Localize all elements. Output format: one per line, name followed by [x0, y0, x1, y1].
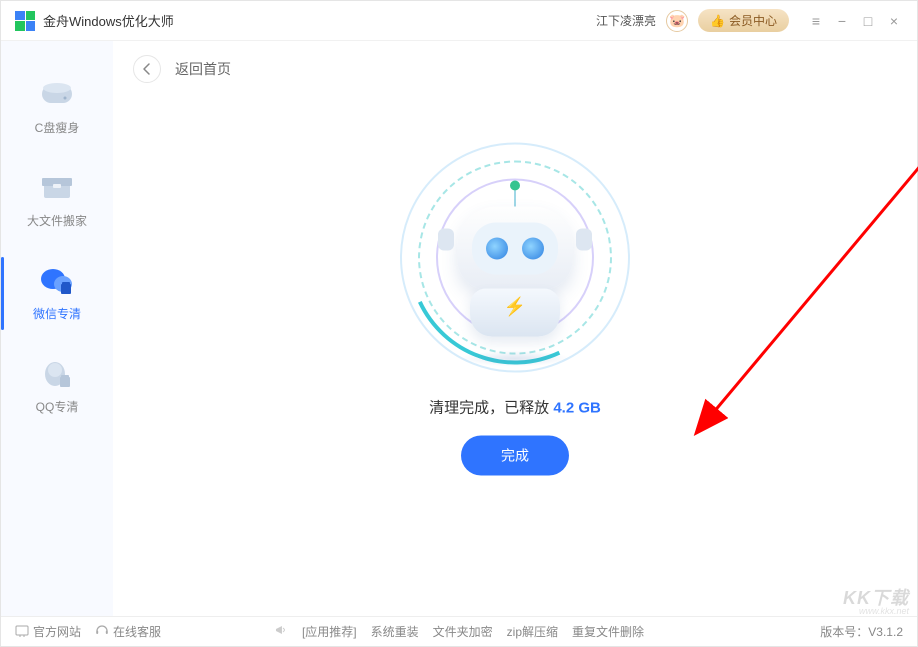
sidebar: C盘瘦身 大文件搬家 微信专清 QQ专清	[1, 41, 113, 616]
footer-link-reinstall[interactable]: 系统重装	[371, 623, 419, 640]
official-site-link[interactable]: 官方网站	[15, 623, 81, 640]
headset-icon	[95, 623, 109, 640]
footer-mid: [应用推荐] 系统重装 文件夹加密 zip解压缩 重复文件删除	[274, 623, 644, 640]
sidebar-item-wechat-clean[interactable]: 微信专清	[1, 247, 113, 340]
back-button[interactable]	[133, 55, 161, 83]
thumbs-up-icon: 👍	[710, 14, 725, 28]
done-button[interactable]: 完成	[461, 435, 569, 475]
titlebar-right: 江下凌漂亮 🐷 👍 会员中心 ≡ − □ ×	[596, 8, 907, 34]
close-button[interactable]: ×	[881, 8, 907, 34]
footer-link-encrypt[interactable]: 文件夹加密	[433, 623, 493, 640]
top-nav: 返回首页	[113, 41, 917, 97]
sidebar-item-label: 微信专清	[33, 305, 81, 322]
vip-label: 会员中心	[729, 12, 777, 29]
result-size: 4.2 GB	[553, 399, 601, 416]
maximize-button[interactable]: □	[855, 8, 881, 34]
robot-illustration: ⚡	[400, 142, 630, 372]
sidebar-item-label: C盘瘦身	[35, 119, 80, 136]
sidebar-item-label: QQ专清	[36, 398, 79, 415]
window-controls: ≡ − □ ×	[803, 8, 907, 34]
app-title: 金舟Windows优化大师	[43, 11, 174, 30]
back-label[interactable]: 返回首页	[175, 59, 231, 79]
sidebar-item-big-files[interactable]: 大文件搬家	[1, 154, 113, 247]
qq-clean-icon	[39, 358, 75, 390]
sidebar-item-label: 大文件搬家	[27, 212, 87, 229]
disk-icon	[39, 79, 75, 111]
sidebar-item-c-drive[interactable]: C盘瘦身	[1, 61, 113, 154]
result-panel: ⚡ 清理完成，已释放 4.2 GB 完成	[400, 142, 630, 475]
app-logo	[15, 11, 35, 31]
footer-link-zip[interactable]: zip解压缩	[507, 623, 558, 640]
footer-link-recommend[interactable]: [应用推荐]	[302, 623, 357, 640]
user-avatar[interactable]: 🐷	[666, 10, 688, 32]
result-prefix: 清理完成，已释放	[429, 399, 553, 416]
online-support-link[interactable]: 在线客服	[95, 623, 161, 640]
vip-center-button[interactable]: 👍 会员中心	[698, 9, 789, 32]
menu-button[interactable]: ≡	[803, 8, 829, 34]
sidebar-item-qq-clean[interactable]: QQ专清	[1, 340, 113, 433]
titlebar: 金舟Windows优化大师 江下凌漂亮 🐷 👍 会员中心 ≡ − □ ×	[1, 1, 917, 41]
footer-left: 官方网站 在线客服	[15, 623, 161, 640]
megaphone-icon	[274, 623, 288, 640]
annotation-arrow	[613, 93, 918, 443]
main-area: 返回首页 ⚡ 清理完成，已释放 4.2 GB 完成	[113, 41, 917, 616]
body: C盘瘦身 大文件搬家 微信专清 QQ专清 返回首页	[1, 41, 917, 616]
wechat-clean-icon	[39, 265, 75, 297]
globe-icon	[15, 623, 29, 640]
version-label: 版本号：V3.1.2	[820, 623, 903, 640]
box-icon	[39, 172, 75, 204]
result-text: 清理完成，已释放 4.2 GB	[429, 396, 601, 417]
minimize-button[interactable]: −	[829, 8, 855, 34]
footer: 官方网站 在线客服 [应用推荐] 系统重装 文件夹加密 zip解压缩 重复文件删…	[1, 616, 917, 646]
username-label[interactable]: 江下凌漂亮	[596, 12, 656, 29]
watermark: KK下载 www.kkx.net	[843, 589, 909, 616]
footer-link-dedupe[interactable]: 重复文件删除	[572, 623, 644, 640]
